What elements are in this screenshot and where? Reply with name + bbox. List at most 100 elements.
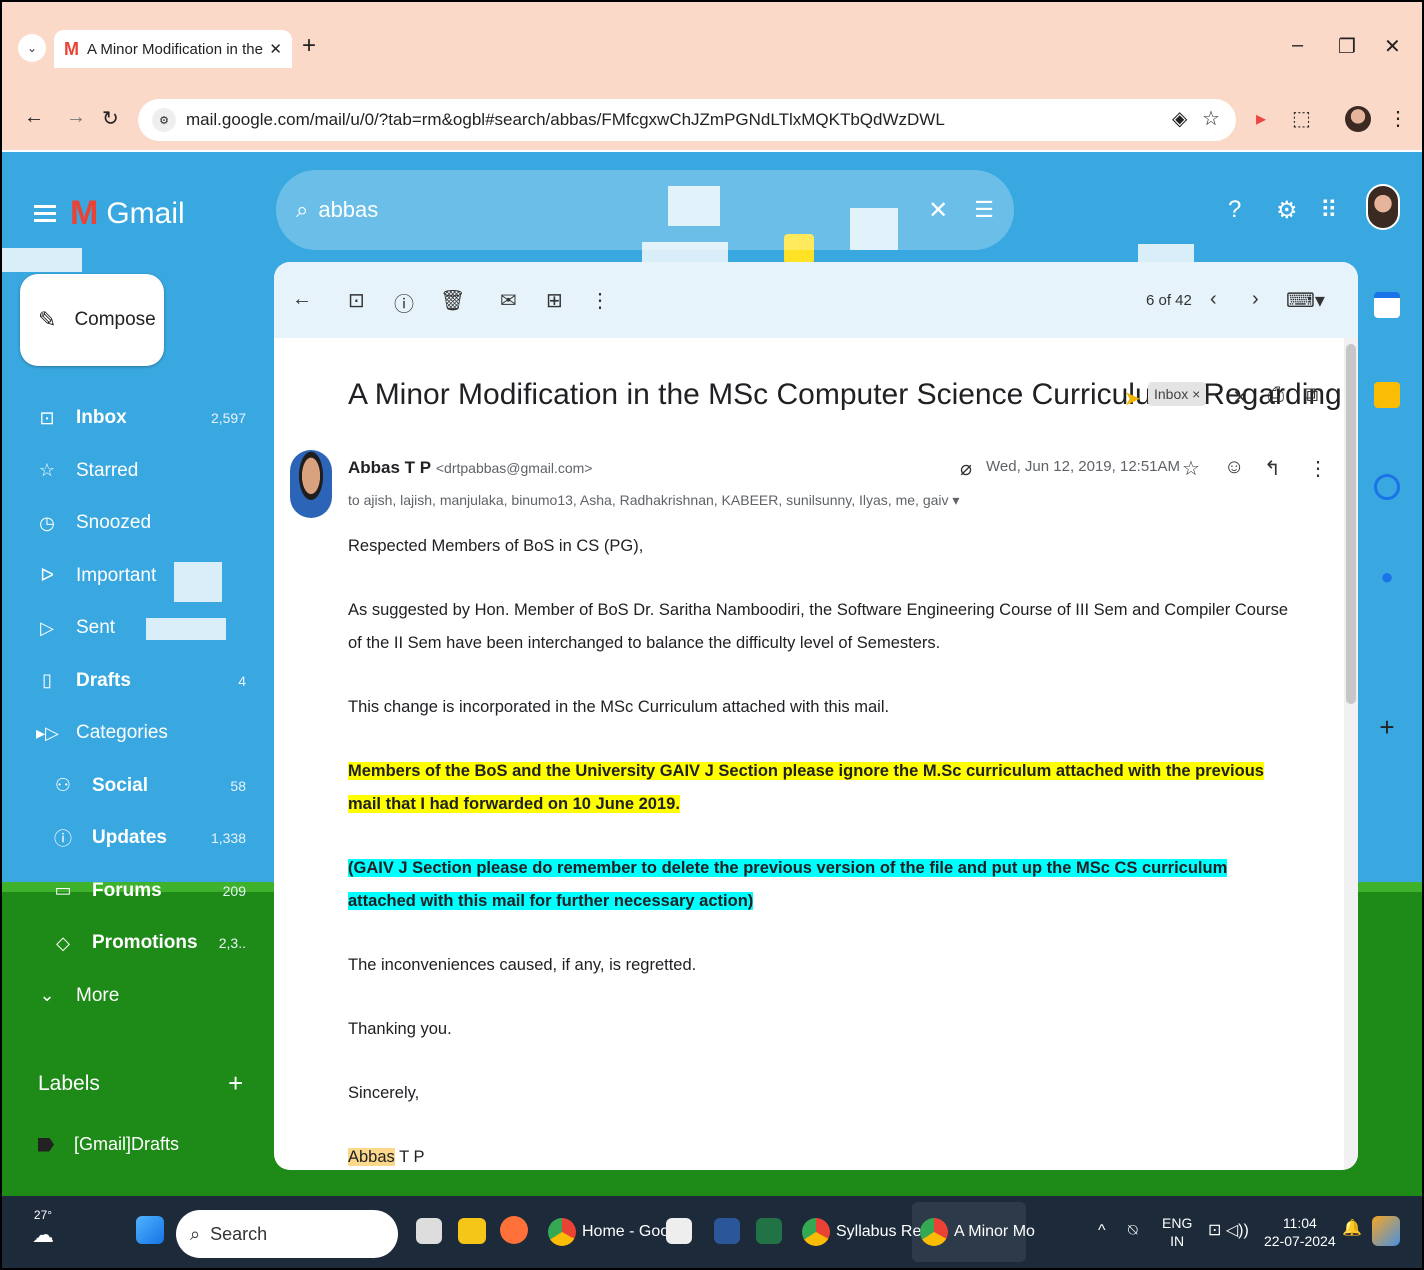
tasks-icon[interactable] bbox=[1374, 474, 1400, 500]
extensions-puzzle-icon[interactable]: ⬚ bbox=[1292, 106, 1311, 131]
account-avatar[interactable] bbox=[1366, 184, 1400, 230]
important-marker-icon[interactable]: ➤ bbox=[1124, 386, 1141, 411]
windows-taskbar: 27° ☁ ⌕ Search Home - Goo Syllabus Rev A… bbox=[2, 1196, 1422, 1268]
message-scrollbar[interactable] bbox=[1344, 338, 1358, 1170]
nav-inbox[interactable]: ⊡ Inbox 2,597 bbox=[2, 392, 262, 445]
excel-icon[interactable] bbox=[756, 1218, 782, 1244]
recipients-line[interactable]: to ajish, lajish, manjulaka, binumo13, A… bbox=[348, 492, 959, 509]
chrome-menu-icon[interactable]: ⋮ bbox=[1388, 106, 1408, 131]
inbox-label-chip[interactable]: Inbox × bbox=[1148, 382, 1207, 406]
attachment-icon: ⌀ bbox=[960, 458, 973, 480]
copilot-icon[interactable] bbox=[1372, 1216, 1400, 1246]
help-icon[interactable]: ? bbox=[1228, 196, 1241, 224]
nav-promotions[interactable]: ◇ Promotions 2,3.. bbox=[2, 917, 262, 970]
nav-drafts[interactable]: ▯ Drafts 4 bbox=[2, 655, 262, 708]
task-view-icon[interactable] bbox=[416, 1218, 442, 1244]
address-bar[interactable]: ⚙ mail.google.com/mail/u/0/?tab=rm&ogbl#… bbox=[138, 99, 1236, 141]
newer-message-button[interactable]: ‹ bbox=[1210, 288, 1217, 311]
forward-button[interactable]: → bbox=[66, 106, 86, 129]
minimize-button[interactable]: – bbox=[1292, 34, 1303, 57]
contacts-icon[interactable]: ● bbox=[1374, 564, 1400, 590]
nav-snoozed[interactable]: ◷ Snoozed bbox=[2, 497, 262, 550]
open-new-window-icon[interactable]: ⧉ bbox=[1304, 384, 1318, 407]
scrollbar-thumb[interactable] bbox=[1346, 344, 1356, 704]
chrome-icon bbox=[802, 1218, 830, 1246]
clear-search-icon[interactable]: ✕ bbox=[928, 196, 948, 225]
calendar-app-icon[interactable] bbox=[666, 1218, 692, 1244]
message-more-icon[interactable]: ⋮ bbox=[1308, 456, 1328, 481]
search-input[interactable] bbox=[318, 197, 929, 223]
keep-icon[interactable] bbox=[1374, 382, 1400, 408]
close-window-button[interactable]: ✕ bbox=[1384, 34, 1401, 59]
nav-important[interactable]: ᐅ Important bbox=[2, 550, 262, 603]
taskbar-search[interactable]: ⌕ Search bbox=[176, 1210, 398, 1258]
reload-button[interactable]: ↻ bbox=[102, 106, 119, 131]
extension-icon[interactable]: ▸ bbox=[1256, 106, 1266, 131]
taskbar-chrome-current[interactable]: A Minor Mo bbox=[920, 1218, 1035, 1246]
search-icon[interactable]: ⌕ bbox=[296, 197, 308, 223]
sender-avatar[interactable] bbox=[290, 450, 332, 518]
star-message-icon[interactable]: ☆ bbox=[1182, 456, 1200, 481]
back-to-search-button[interactable]: ← bbox=[292, 288, 312, 311]
archive-icon[interactable]: ⊡ bbox=[348, 288, 365, 313]
lens-icon[interactable]: ◈ bbox=[1172, 106, 1187, 131]
taskbar-search-label: Search bbox=[210, 1223, 268, 1244]
gmail-favicon-icon: M bbox=[64, 38, 79, 59]
mail-search-bar[interactable]: ⌕ ✕ ☰ bbox=[276, 170, 1014, 250]
delete-icon[interactable]: 🗑 bbox=[440, 288, 465, 313]
older-message-button[interactable]: › bbox=[1252, 288, 1259, 311]
search-options-icon[interactable]: ☰ bbox=[974, 197, 994, 223]
nav-categories[interactable]: ▸▷ Categories bbox=[2, 707, 262, 760]
print-icon[interactable]: ⎙ bbox=[1268, 384, 1284, 407]
network-volume-icon[interactable]: ⊡ ◁)) bbox=[1208, 1222, 1249, 1240]
main-menu-icon[interactable] bbox=[34, 201, 56, 226]
back-button[interactable]: ← bbox=[24, 106, 44, 129]
bookmark-star-icon[interactable]: ☆ bbox=[1202, 106, 1220, 131]
gmail-logo[interactable]: M Gmail bbox=[34, 194, 185, 233]
taskbar-chrome-syllabus[interactable]: Syllabus Rev bbox=[802, 1218, 929, 1246]
show-hidden-icons[interactable]: ^ bbox=[1098, 1222, 1106, 1240]
word-icon[interactable] bbox=[714, 1218, 740, 1244]
mark-unread-icon[interactable]: ✉ bbox=[500, 288, 517, 313]
browser-tab-active[interactable]: M A Minor Modification in the MS ✕ bbox=[54, 30, 292, 68]
report-spam-icon[interactable]: ⓘ bbox=[394, 288, 414, 317]
tag-icon: ◇ bbox=[56, 932, 70, 953]
label-tag-icon bbox=[38, 1137, 54, 1152]
nav-more[interactable]: ⌄ More bbox=[2, 970, 262, 1023]
clock[interactable]: 11:04 22-07-2024 bbox=[1264, 1214, 1336, 1250]
apps-grid-icon[interactable]: ⠿ bbox=[1320, 196, 1338, 225]
notification-bell-icon[interactable]: 🔔 bbox=[1342, 1220, 1362, 1238]
taskbar-chrome-home[interactable]: Home - Goo bbox=[548, 1218, 669, 1246]
nav-updates[interactable]: ⓘ Updates 1,338 bbox=[2, 812, 262, 865]
input-tools-icon[interactable]: ⌨▾ bbox=[1286, 288, 1325, 313]
tab-close-icon[interactable]: ✕ bbox=[269, 40, 282, 58]
nav-social[interactable]: ⚇ Social 58 bbox=[2, 760, 262, 813]
body-paragraph: Sincerely, bbox=[348, 1084, 420, 1102]
emoji-react-icon[interactable]: ☺ bbox=[1224, 456, 1244, 479]
move-to-icon[interactable]: ⊞ bbox=[546, 288, 563, 313]
firefox-icon[interactable] bbox=[500, 1216, 528, 1244]
chrome-profile-avatar[interactable] bbox=[1345, 106, 1371, 132]
expand-all-icon[interactable]: ⨯ bbox=[1232, 384, 1249, 409]
calendar-icon[interactable] bbox=[1374, 292, 1400, 318]
nav-forums[interactable]: ▭ Forums 209 bbox=[2, 865, 262, 918]
language-indicator[interactable]: ENG IN bbox=[1162, 1214, 1192, 1250]
nav-starred[interactable]: ☆ Starred bbox=[2, 445, 262, 498]
file-explorer-icon[interactable] bbox=[458, 1218, 486, 1244]
new-tab-button[interactable]: + bbox=[302, 32, 316, 60]
reply-icon[interactable]: ↰ bbox=[1264, 456, 1281, 481]
windows-start-icon[interactable] bbox=[136, 1216, 164, 1244]
add-label-button[interactable]: + bbox=[228, 1068, 243, 1099]
tab-search-dropdown[interactable]: ⌄ bbox=[18, 34, 46, 62]
compose-button[interactable]: ✎ Compose bbox=[20, 274, 164, 366]
mic-muted-icon[interactable]: ⍉ bbox=[1128, 1222, 1138, 1240]
settings-gear-icon[interactable]: ⚙ bbox=[1276, 196, 1298, 225]
weather-widget[interactable]: 27° ☁ bbox=[32, 1208, 54, 1248]
label-gmail-drafts[interactable]: [Gmail]Drafts bbox=[38, 1134, 179, 1155]
get-addons-icon[interactable]: + bbox=[1374, 712, 1400, 742]
more-actions-icon[interactable]: ⋮ bbox=[590, 288, 610, 313]
restore-button[interactable]: ❐ bbox=[1338, 34, 1356, 59]
site-info-icon[interactable]: ⚙ bbox=[152, 108, 176, 132]
cloud-icon: ☁ bbox=[32, 1222, 54, 1247]
nav-sent[interactable]: ▷ Sent bbox=[2, 602, 262, 655]
